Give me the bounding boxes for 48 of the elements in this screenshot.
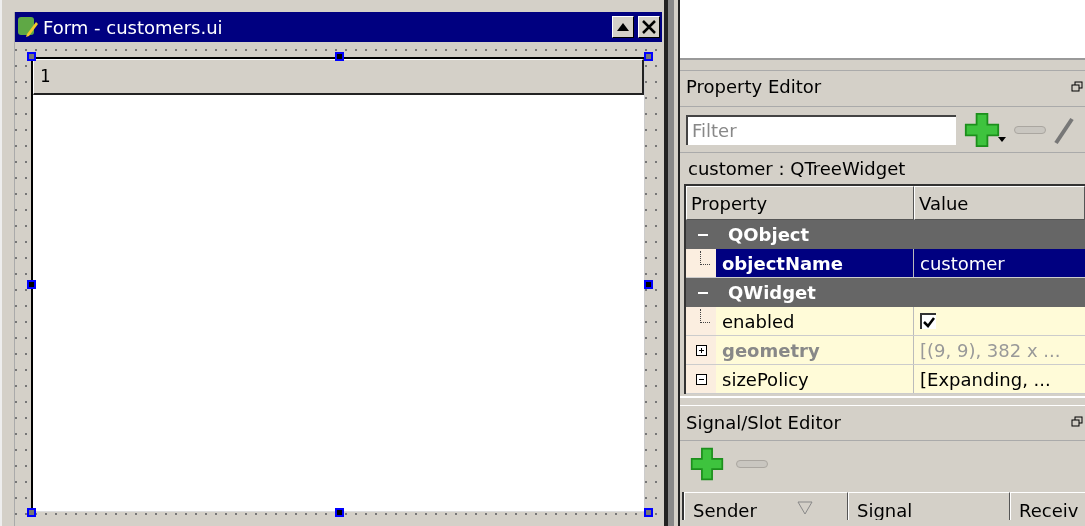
selection-handle[interactable] bbox=[644, 508, 653, 517]
close-icon bbox=[642, 20, 656, 34]
header-cell[interactable]: 1 bbox=[33, 59, 644, 95]
column-header[interactable]: Signal bbox=[848, 492, 1010, 520]
panel-title: Property Editor bbox=[686, 75, 823, 99]
column-header[interactable]: Property bbox=[686, 186, 914, 220]
selection-handle[interactable] bbox=[27, 280, 36, 289]
sort-indicator-icon bbox=[796, 501, 813, 515]
selection-handle[interactable] bbox=[644, 52, 653, 61]
column-header[interactable]: Receiv bbox=[1010, 492, 1085, 520]
check-icon bbox=[923, 316, 935, 328]
tree-connector-icon bbox=[700, 251, 710, 265]
tree-widget[interactable]: 1 bbox=[31, 57, 645, 512]
panel-title: Signal/Slot Editor bbox=[686, 410, 842, 435]
column-header[interactable]: Sender bbox=[684, 492, 848, 520]
filter-field[interactable]: Filter bbox=[686, 114, 956, 145]
add-icon[interactable] bbox=[690, 446, 724, 481]
remove-icon[interactable] bbox=[1014, 125, 1046, 134]
column-header[interactable]: Value bbox=[914, 186, 1085, 220]
group-label: QWidget bbox=[728, 281, 816, 305]
close-button[interactable] bbox=[638, 16, 660, 38]
selection-handle[interactable] bbox=[335, 508, 344, 517]
selection-handle[interactable] bbox=[27, 508, 36, 517]
checkbox[interactable] bbox=[920, 313, 936, 329]
selection-handle[interactable] bbox=[27, 52, 36, 61]
expand-icon[interactable] bbox=[695, 344, 707, 356]
dropdown-arrow-icon[interactable] bbox=[998, 137, 1006, 142]
shade-button[interactable] bbox=[612, 16, 634, 38]
selection-handle[interactable] bbox=[335, 52, 344, 61]
up-triangle-icon bbox=[617, 23, 629, 31]
property-value[interactable]: [Expanding, ... bbox=[920, 365, 1051, 393]
group-row[interactable]: QObject bbox=[686, 220, 1085, 249]
float-icon[interactable] bbox=[1071, 416, 1083, 428]
column-label: Receiv bbox=[1019, 499, 1079, 520]
remove-icon[interactable] bbox=[736, 459, 768, 468]
window-title: Form - customers.ui bbox=[43, 15, 224, 40]
property-name[interactable]: sizePolicy bbox=[716, 365, 913, 393]
selection-handle[interactable] bbox=[644, 280, 653, 289]
float-icon[interactable] bbox=[1071, 80, 1083, 93]
property-name[interactable]: objectName bbox=[716, 249, 913, 277]
column-label: Signal bbox=[857, 499, 913, 520]
group-label: QObject bbox=[728, 223, 810, 247]
app-icon bbox=[17, 16, 39, 38]
tree-connector-icon bbox=[700, 309, 710, 323]
group-row[interactable]: QWidget bbox=[686, 278, 1085, 307]
collapse-icon[interactable] bbox=[695, 373, 707, 385]
column-label: Sender bbox=[693, 499, 757, 520]
property-name[interactable]: enabled bbox=[716, 307, 913, 335]
